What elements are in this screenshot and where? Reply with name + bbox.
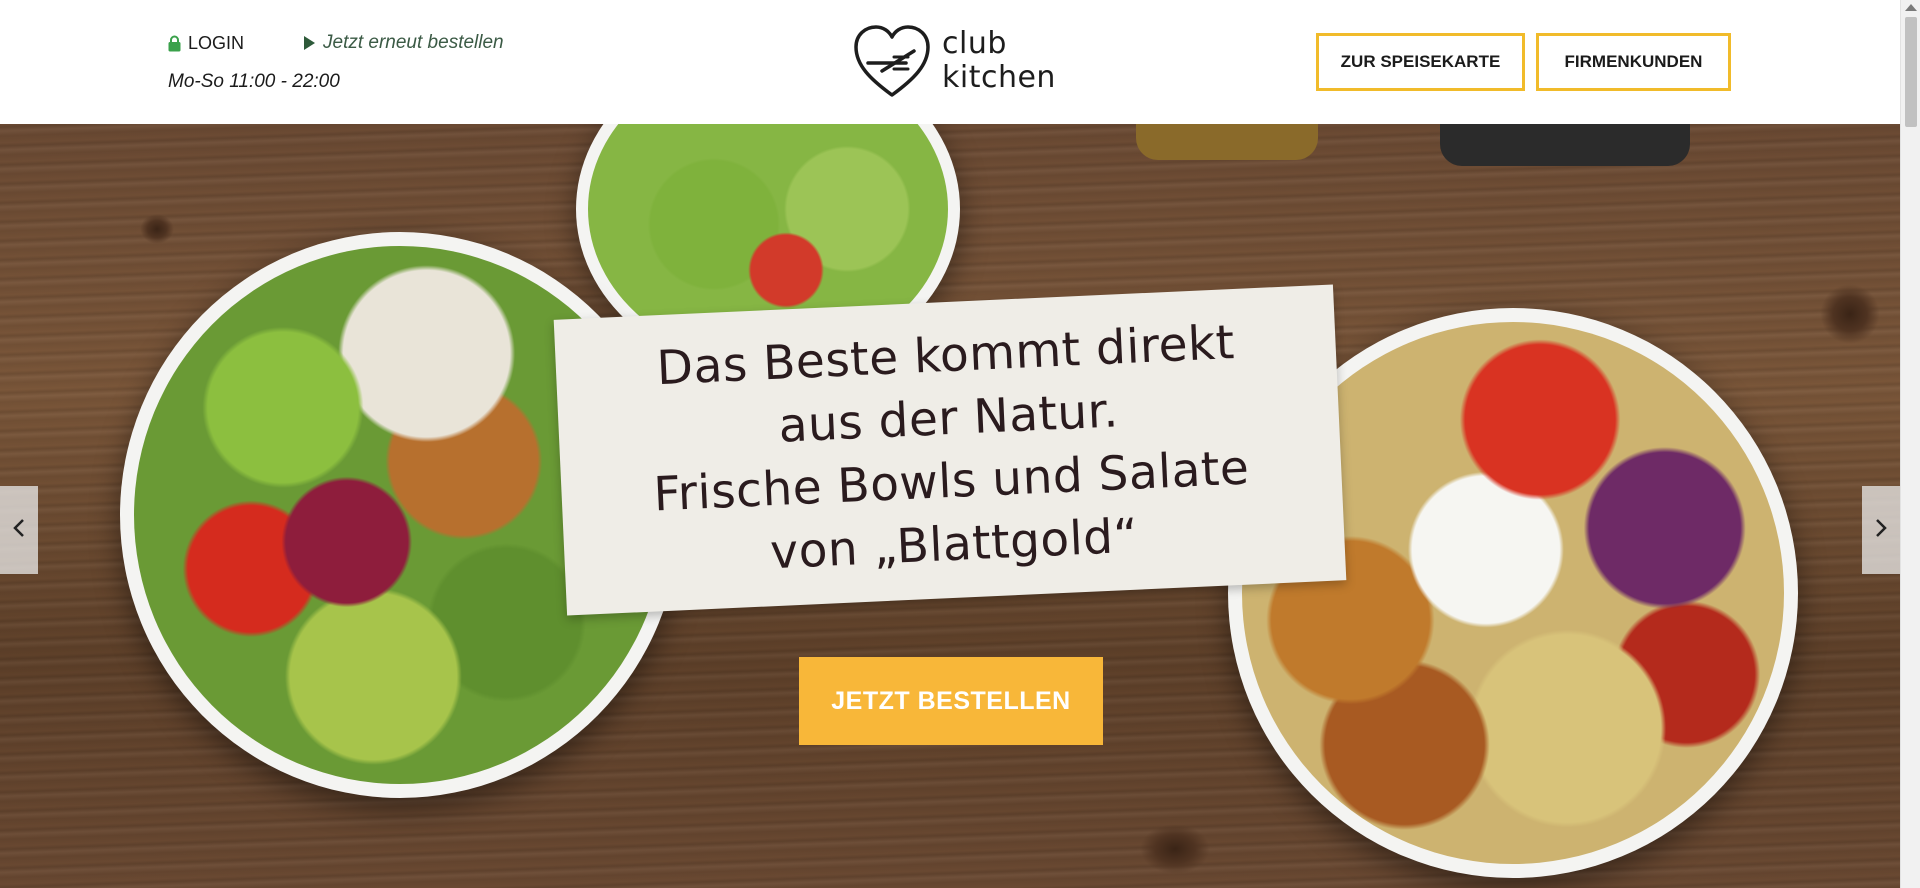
club-kitchen-logo[interactable]: club kitchen xyxy=(850,20,1065,102)
opening-hours: Mo-So 11:00 - 22:00 xyxy=(168,71,340,92)
business-customers-button[interactable]: FIRMENKUNDEN xyxy=(1536,33,1731,91)
page-scrollbar[interactable] xyxy=(1900,0,1920,888)
headline-card: Das Beste kommt direkt aus der Natur. Fr… xyxy=(553,284,1347,616)
hero-banner: Das Beste kommt direkt aus der Natur. Fr… xyxy=(0,124,1900,888)
login-link[interactable]: LOGIN xyxy=(168,33,244,54)
order-now-button[interactable]: JETZT BESTELLEN xyxy=(799,657,1103,745)
carousel-prev-button[interactable] xyxy=(0,486,38,574)
logo-line-1: club xyxy=(942,26,1007,61)
hero-headline: Das Beste kommt direkt aus der Natur. Fr… xyxy=(554,284,1347,615)
logo-wordmark: club kitchen xyxy=(942,27,1056,95)
chevron-left-icon xyxy=(12,518,26,543)
menu-button[interactable]: ZUR SPEISEKARTE xyxy=(1316,33,1525,91)
play-triangle-icon xyxy=(304,36,315,50)
chevron-right-icon xyxy=(1874,518,1888,543)
jar-image xyxy=(1136,124,1318,160)
wood-knot xyxy=(1140,824,1210,874)
scroll-thumb[interactable] xyxy=(1905,17,1917,127)
carousel-next-button[interactable] xyxy=(1862,486,1900,574)
login-label: LOGIN xyxy=(188,33,245,53)
heart-fork-knife-icon xyxy=(850,21,934,101)
wood-knot xyxy=(1820,284,1880,344)
wood-knot xyxy=(140,214,174,244)
scroll-up-arrow-icon[interactable] xyxy=(1905,4,1917,11)
reorder-link[interactable]: Jetzt erneut bestellen xyxy=(304,32,504,54)
lock-icon xyxy=(168,35,181,52)
jar-image xyxy=(1440,124,1690,166)
reorder-label: Jetzt erneut bestellen xyxy=(323,32,504,53)
logo-line-2: kitchen xyxy=(942,60,1056,95)
site-header: LOGIN Jetzt erneut bestellen Mo-So 11:00… xyxy=(0,0,1900,124)
